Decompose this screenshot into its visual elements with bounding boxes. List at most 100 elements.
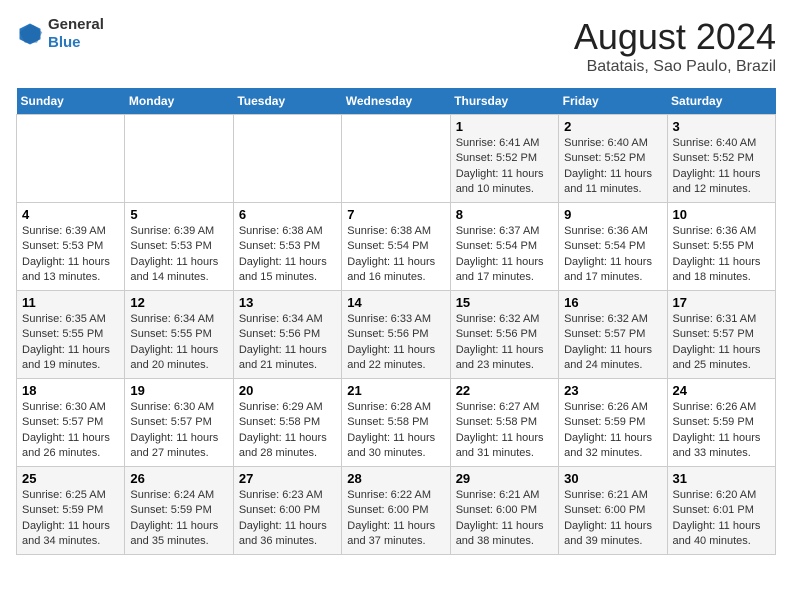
page-header: General Blue August 2024 Batatais, Sao P… xyxy=(16,16,776,76)
day-info: Sunrise: 6:31 AMSunset: 5:57 PMDaylight:… xyxy=(673,312,770,374)
calendar-cell: 17Sunrise: 6:31 AMSunset: 5:57 PMDayligh… xyxy=(667,291,775,379)
calendar-cell: 24 Sunrise: 6:26 AMSunset: 5:59 PMDayligh… xyxy=(667,379,775,467)
calendar-cell: 11 Sunrise: 6:35 AMSunset: 5:55 PMDayligh… xyxy=(17,291,125,379)
day-number: 24 xyxy=(673,383,770,398)
main-title: August 2024 xyxy=(574,16,776,58)
day-info: Sunrise: 6:21 AMSunset: 6:00 PMDaylight:… xyxy=(564,488,661,550)
calendar-table: SundayMondayTuesdayWednesdayThursdayFrid… xyxy=(16,88,776,555)
day-number: 30 xyxy=(564,471,661,486)
calendar-cell: 10 Sunrise: 6:36 AMSunset: 5:55 PMDayligh… xyxy=(667,203,775,291)
calendar-cell: 13 Sunrise: 6:34 AMSunset: 5:56 PMDayligh… xyxy=(233,291,341,379)
calendar-cell: 15Sunrise: 6:32 AMSunset: 5:56 PMDayligh… xyxy=(450,291,558,379)
day-info: Sunrise: 6:38 AMSunset: 5:53 PMDaylight:… xyxy=(239,224,336,286)
day-info: Sunrise: 6:39 AMSunset: 5:53 PMDaylight:… xyxy=(22,224,119,286)
day-info: Sunrise: 6:30 AMSunset: 5:57 PMDaylight:… xyxy=(22,400,119,462)
day-number: 16 xyxy=(564,295,661,310)
day-number: 20 xyxy=(239,383,336,398)
calendar-cell: 18 Sunrise: 6:30 AMSunset: 5:57 PMDayligh… xyxy=(17,379,125,467)
day-info: Sunrise: 6:36 AMSunset: 5:54 PMDaylight:… xyxy=(564,224,661,286)
subtitle: Batatais, Sao Paulo, Brazil xyxy=(574,58,776,76)
day-number: 5 xyxy=(130,207,227,222)
logo-icon xyxy=(16,20,44,48)
day-number: 26 xyxy=(130,471,227,486)
day-number: 13 xyxy=(239,295,336,310)
day-number: 18 xyxy=(22,383,119,398)
calendar-cell: 6 Sunrise: 6:38 AMSunset: 5:53 PMDaylight… xyxy=(233,203,341,291)
week-row-1: 1 Sunrise: 6:41 AMSunset: 5:52 PMDaylight… xyxy=(17,115,776,203)
day-number: 19 xyxy=(130,383,227,398)
day-info: Sunrise: 6:21 AMSunset: 6:00 PMDaylight:… xyxy=(456,488,553,550)
calendar-cell: 26 Sunrise: 6:24 AMSunset: 5:59 PMDayligh… xyxy=(125,467,233,555)
calendar-cell: 16 Sunrise: 6:32 AMSunset: 5:57 PMDayligh… xyxy=(559,291,667,379)
day-number: 3 xyxy=(673,119,770,134)
day-number: 10 xyxy=(673,207,770,222)
day-number: 12 xyxy=(130,295,227,310)
day-number: 22 xyxy=(456,383,553,398)
day-info: Sunrise: 6:39 AMSunset: 5:53 PMDaylight:… xyxy=(130,224,227,286)
day-info: Sunrise: 6:38 AMSunset: 5:54 PMDaylight:… xyxy=(347,224,444,286)
day-number: 28 xyxy=(347,471,444,486)
day-number: 14 xyxy=(347,295,444,310)
calendar-cell: 23Sunrise: 6:26 AMSunset: 5:59 PMDayligh… xyxy=(559,379,667,467)
day-info: Sunrise: 6:26 AMSunset: 5:59 PMDaylight:… xyxy=(673,400,770,462)
day-info: Sunrise: 6:35 AMSunset: 5:55 PMDaylight:… xyxy=(22,312,119,374)
day-info: Sunrise: 6:28 AMSunset: 5:58 PMDaylight:… xyxy=(347,400,444,462)
calendar-cell: 27 Sunrise: 6:23 AMSunset: 6:00 PMDayligh… xyxy=(233,467,341,555)
calendar-body: 1 Sunrise: 6:41 AMSunset: 5:52 PMDaylight… xyxy=(17,115,776,555)
day-info: Sunrise: 6:29 AMSunset: 5:58 PMDaylight:… xyxy=(239,400,336,462)
calendar-cell: 25Sunrise: 6:25 AMSunset: 5:59 PMDayligh… xyxy=(17,467,125,555)
day-number: 8 xyxy=(456,207,553,222)
day-info: Sunrise: 6:25 AMSunset: 5:59 PMDaylight:… xyxy=(22,488,119,550)
calendar-cell: 22 Sunrise: 6:27 AMSunset: 5:58 PMDayligh… xyxy=(450,379,558,467)
day-number: 27 xyxy=(239,471,336,486)
calendar-cell: 28 Sunrise: 6:22 AMSunset: 6:00 PMDayligh… xyxy=(342,467,450,555)
day-info: Sunrise: 6:40 AMSunset: 5:52 PMDaylight:… xyxy=(564,136,661,198)
header-cell-tuesday: Tuesday xyxy=(233,88,341,115)
day-info: Sunrise: 6:40 AMSunset: 5:52 PMDaylight:… xyxy=(673,136,770,198)
day-info: Sunrise: 6:37 AMSunset: 5:54 PMDaylight:… xyxy=(456,224,553,286)
header-cell-sunday: Sunday xyxy=(17,88,125,115)
day-number: 9 xyxy=(564,207,661,222)
day-info: Sunrise: 6:20 AMSunset: 6:01 PMDaylight:… xyxy=(673,488,770,550)
day-info: Sunrise: 6:24 AMSunset: 5:59 PMDaylight:… xyxy=(130,488,227,550)
day-info: Sunrise: 6:33 AMSunset: 5:56 PMDaylight:… xyxy=(347,312,444,374)
day-info: Sunrise: 6:23 AMSunset: 6:00 PMDaylight:… xyxy=(239,488,336,550)
calendar-cell xyxy=(125,115,233,203)
calendar-cell: 30 Sunrise: 6:21 AMSunset: 6:00 PMDayligh… xyxy=(559,467,667,555)
calendar-cell: 21 Sunrise: 6:28 AMSunset: 5:58 PMDayligh… xyxy=(342,379,450,467)
day-number: 7 xyxy=(347,207,444,222)
day-number: 11 xyxy=(22,295,119,310)
calendar-cell: 14 Sunrise: 6:33 AMSunset: 5:56 PMDayligh… xyxy=(342,291,450,379)
calendar-header: SundayMondayTuesdayWednesdayThursdayFrid… xyxy=(17,88,776,115)
day-info: Sunrise: 6:34 AMSunset: 5:55 PMDaylight:… xyxy=(130,312,227,374)
header-cell-friday: Friday xyxy=(559,88,667,115)
week-row-5: 25Sunrise: 6:25 AMSunset: 5:59 PMDayligh… xyxy=(17,467,776,555)
logo-text-line2: Blue xyxy=(48,34,104,52)
calendar-cell: 7 Sunrise: 6:38 AMSunset: 5:54 PMDaylight… xyxy=(342,203,450,291)
calendar-cell: 20 Sunrise: 6:29 AMSunset: 5:58 PMDayligh… xyxy=(233,379,341,467)
calendar-cell: 4 Sunrise: 6:39 AMSunset: 5:53 PMDaylight… xyxy=(17,203,125,291)
calendar-cell: 31Sunrise: 6:20 AMSunset: 6:01 PMDayligh… xyxy=(667,467,775,555)
day-number: 4 xyxy=(22,207,119,222)
day-info: Sunrise: 6:27 AMSunset: 5:58 PMDaylight:… xyxy=(456,400,553,462)
calendar-cell: 12 Sunrise: 6:34 AMSunset: 5:55 PMDayligh… xyxy=(125,291,233,379)
week-row-4: 18 Sunrise: 6:30 AMSunset: 5:57 PMDayligh… xyxy=(17,379,776,467)
header-row: SundayMondayTuesdayWednesdayThursdayFrid… xyxy=(17,88,776,115)
week-row-2: 4 Sunrise: 6:39 AMSunset: 5:53 PMDaylight… xyxy=(17,203,776,291)
logo-text-line1: General xyxy=(48,16,104,34)
day-number: 21 xyxy=(347,383,444,398)
calendar-cell xyxy=(342,115,450,203)
header-cell-wednesday: Wednesday xyxy=(342,88,450,115)
day-number: 1 xyxy=(456,119,553,134)
day-info: Sunrise: 6:26 AMSunset: 5:59 PMDaylight:… xyxy=(564,400,661,462)
day-info: Sunrise: 6:34 AMSunset: 5:56 PMDaylight:… xyxy=(239,312,336,374)
day-info: Sunrise: 6:32 AMSunset: 5:57 PMDaylight:… xyxy=(564,312,661,374)
day-number: 2 xyxy=(564,119,661,134)
day-info: Sunrise: 6:36 AMSunset: 5:55 PMDaylight:… xyxy=(673,224,770,286)
week-row-3: 11 Sunrise: 6:35 AMSunset: 5:55 PMDayligh… xyxy=(17,291,776,379)
day-info: Sunrise: 6:22 AMSunset: 6:00 PMDaylight:… xyxy=(347,488,444,550)
day-number: 6 xyxy=(239,207,336,222)
day-info: Sunrise: 6:41 AMSunset: 5:52 PMDaylight:… xyxy=(456,136,553,198)
header-cell-saturday: Saturday xyxy=(667,88,775,115)
calendar-cell: 8 Sunrise: 6:37 AMSunset: 5:54 PMDaylight… xyxy=(450,203,558,291)
